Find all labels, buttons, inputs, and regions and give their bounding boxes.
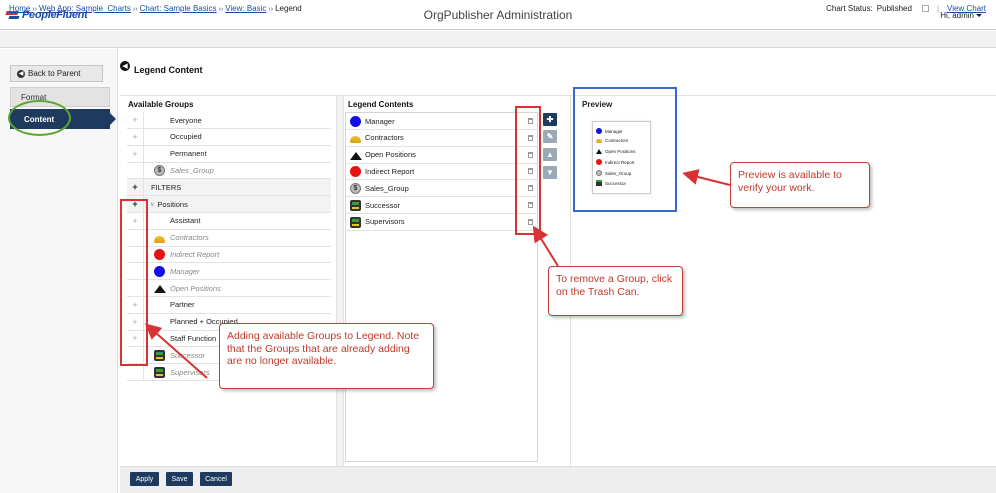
available-group-row: Manager: [127, 262, 331, 281]
hardhat-icon: [350, 135, 361, 143]
available-group-label: Assistant: [170, 216, 201, 226]
available-group-label: FILTERS: [151, 182, 182, 192]
breadcrumb-home[interactable]: Home: [9, 4, 30, 13]
legend-contents-list: Manager Contractors Open Positions Indirect…: [345, 112, 538, 462]
available-group-row: Open Positions: [127, 279, 331, 297]
available-group-row[interactable]: + Partner: [127, 296, 331, 314]
available-group-label: Everyone: [170, 115, 202, 125]
available-group-row[interactable]: + ∨ Positions: [127, 195, 331, 213]
back-to-parent-label: Back to Parent: [28, 69, 81, 78]
panel-splitter[interactable]: [336, 96, 344, 466]
breadcrumb: Home ›› Web App: Sample_Charts ›› Chart: Sam…: [9, 4, 302, 13]
divider: |: [936, 4, 940, 13]
apply-button[interactable]: Apply: [130, 472, 159, 486]
breadcrumb-separator: ››: [218, 6, 224, 13]
edit-group-button[interactable]: ✎: [543, 130, 557, 143]
view-chart-link[interactable]: View Chart: [947, 4, 986, 13]
available-group-row[interactable]: + FILTERS: [127, 178, 331, 197]
available-group-label: Staff Function: [170, 333, 217, 343]
plus-highlight-box: [120, 199, 148, 366]
available-groups-list: + Everyone + Occupied + Permanent $ Sales_Group…: [127, 111, 331, 462]
available-group-row: $ Sales_Group: [127, 161, 331, 180]
triangle-icon: [350, 151, 362, 160]
available-group-row: Indirect Report: [127, 245, 331, 264]
external-link-icon[interactable]: [921, 5, 929, 12]
legend-row[interactable]: $ Sales_Group: [346, 180, 537, 198]
collapse-arrow-icon[interactable]: ◀: [120, 61, 130, 71]
available-group-row[interactable]: + Everyone: [127, 111, 331, 129]
cancel-button[interactable]: Cancel: [200, 472, 232, 486]
hardhat-icon: [154, 235, 165, 243]
available-group-label: Positions: [157, 199, 188, 209]
save-button[interactable]: Save: [166, 472, 193, 486]
person-icon: [154, 367, 165, 378]
page-title: Legend Content: [134, 65, 203, 75]
chart-status: Chart Status: Published | View Chart: [826, 4, 986, 13]
breadcrumb-web-app[interactable]: Web App: Sample_Charts: [39, 4, 131, 13]
breadcrumb-current: Legend: [275, 4, 302, 13]
caret-down-icon: [976, 14, 982, 18]
person-icon: [154, 350, 165, 362]
person-icon: [350, 200, 361, 211]
legend-row[interactable]: Open Positions: [346, 147, 537, 164]
blue-dot-icon: [350, 116, 361, 127]
available-groups-heading: Available Groups: [128, 100, 194, 109]
app-root: PeopleFluent OrgPublisher Administration…: [0, 0, 996, 493]
move-up-button[interactable]: ▲: [543, 148, 557, 161]
legend-contents-heading: Legend Contents: [348, 100, 414, 109]
available-group-row[interactable]: + Assistant: [127, 212, 331, 230]
available-group-label: Permanent: [170, 149, 207, 159]
plus-icon: [127, 363, 144, 381]
breadcrumb-separator: ››: [32, 6, 38, 13]
plus-icon[interactable]: +: [127, 128, 144, 146]
person-icon: [350, 216, 361, 228]
breadcrumb-bar: [0, 31, 996, 48]
bottom-action-bar: [120, 466, 996, 493]
remove-callout: To remove a Group, click on the Trash Ca…: [548, 266, 683, 316]
legend-row[interactable]: Indirect Report: [346, 163, 537, 181]
breadcrumb-view[interactable]: View: Basic: [225, 4, 266, 13]
chart-status-label: Chart Status:: [826, 4, 873, 13]
plus-icon: [127, 161, 144, 179]
available-group-row[interactable]: + Occupied: [127, 128, 331, 146]
legend-row[interactable]: Manager: [346, 113, 537, 130]
breadcrumb-separator: ››: [268, 6, 274, 13]
plus-icon[interactable]: +: [127, 111, 144, 129]
available-group-label: Occupied: [170, 132, 202, 142]
divider: [120, 95, 996, 96]
preview-callout: Preview is available to verify your work…: [730, 162, 870, 208]
breadcrumb-chart[interactable]: Chart: Sample Basics: [140, 4, 217, 13]
legend-row[interactable]: Successor: [346, 197, 537, 214]
preview-highlight-box: [573, 87, 677, 212]
available-group-row: Contractors: [127, 229, 331, 247]
available-group-label: Manager: [170, 266, 200, 276]
breadcrumb-separator: ››: [132, 6, 138, 13]
available-group-row[interactable]: + Permanent: [127, 145, 331, 163]
adding-callout: Adding available Groups to Legend. Note …: [219, 323, 434, 389]
available-group-label: Partner: [170, 300, 195, 310]
back-to-parent-button[interactable]: ◀ Back to Parent: [10, 65, 103, 82]
highlight-ring: [8, 100, 71, 136]
move-down-button[interactable]: ▼: [543, 166, 557, 179]
legend-row[interactable]: Contractors: [346, 130, 537, 147]
chart-status-value: Published: [876, 4, 912, 13]
trash-highlight-box: [515, 106, 541, 235]
add-group-button[interactable]: ✚: [543, 113, 557, 126]
back-arrow-icon: ◀: [17, 69, 25, 78]
plus-icon[interactable]: +: [127, 178, 144, 196]
triangle-icon: [154, 285, 166, 293]
legend-row[interactable]: Supervisors: [346, 214, 537, 231]
plus-icon[interactable]: +: [127, 145, 144, 163]
